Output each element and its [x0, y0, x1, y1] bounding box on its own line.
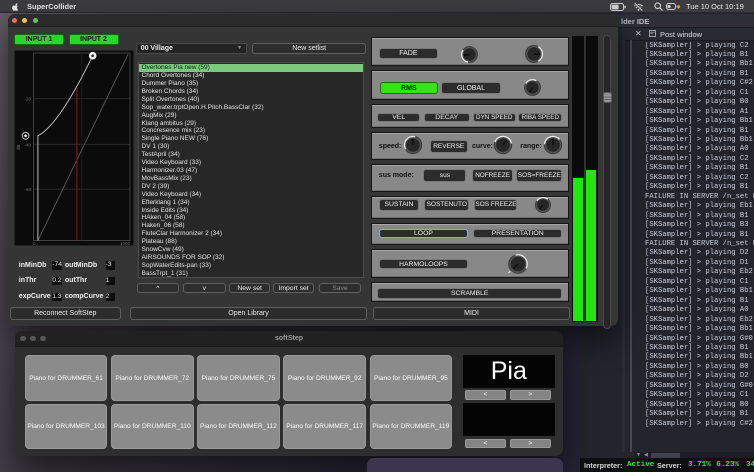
svg-text:-20: -20 [24, 97, 31, 102]
svg-text:dB: dB [16, 144, 21, 150]
svg-text:-40: -40 [24, 142, 31, 147]
svg-text:1000: 1000 [119, 241, 130, 246]
svg-text:-60: -60 [24, 187, 31, 192]
